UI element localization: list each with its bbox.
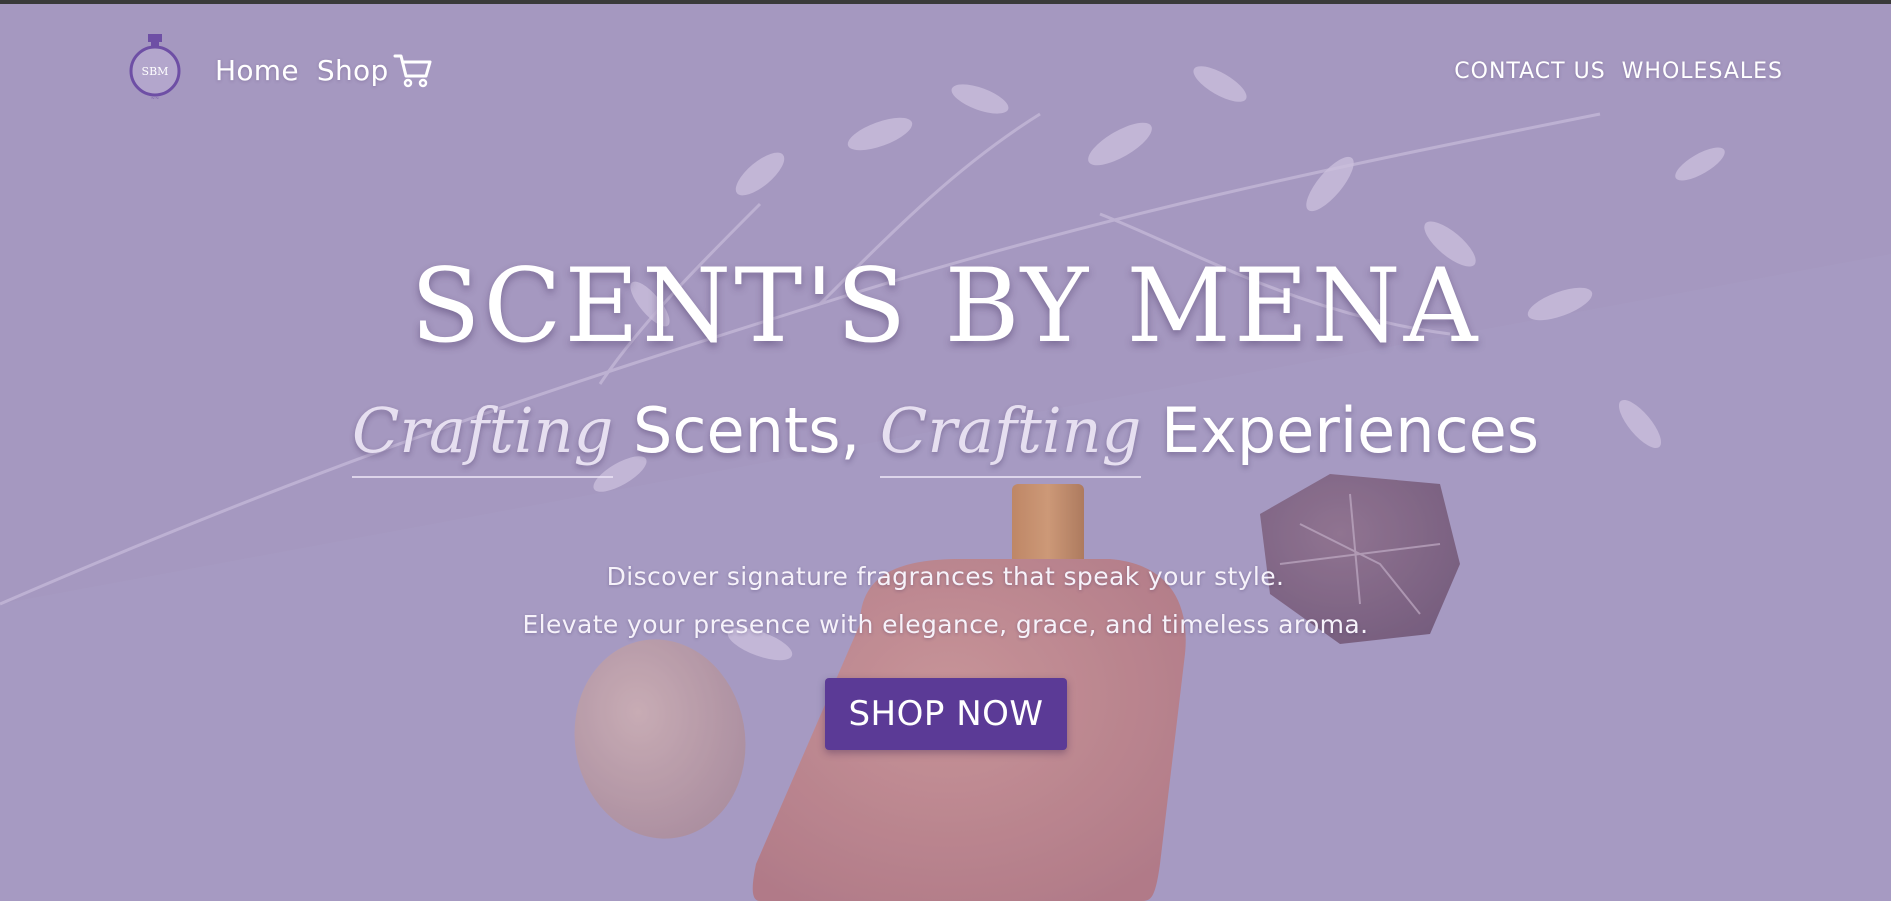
- nav-left-group: Home Shop: [215, 52, 433, 88]
- logo-text: SBM: [142, 65, 169, 78]
- site-logo[interactable]: SBM ~~: [128, 32, 182, 102]
- hero-description-line-1: Discover signature fragrances that speak…: [606, 562, 1285, 591]
- top-navigation: SBM ~~ Home Shop CONTACT US WHOLESALES: [0, 4, 1891, 134]
- svg-text:~~: ~~: [151, 96, 159, 102]
- nav-contact-link[interactable]: CONTACT US: [1454, 59, 1605, 84]
- perfume-bottle-logo-icon: SBM ~~: [129, 34, 181, 102]
- hero-section: SBM ~~ Home Shop CONTACT US WHOLESALES S…: [0, 4, 1891, 901]
- nav-wholesale-link[interactable]: WHOLESALES: [1622, 59, 1783, 84]
- hero-description-line-2: Elevate your presence with elegance, gra…: [522, 610, 1369, 639]
- nav-right-group: CONTACT US WHOLESALES: [1454, 59, 1783, 84]
- tagline-emphasis-2: Crafting: [879, 400, 1142, 478]
- nav-shop-link[interactable]: Shop: [317, 54, 389, 87]
- hero-title: SCENT'S BY MENA: [410, 247, 1481, 366]
- tagline-word-1: Scents,: [613, 394, 880, 467]
- nav-home-link[interactable]: Home: [215, 54, 299, 87]
- shop-now-button[interactable]: SHOP NOW: [825, 678, 1067, 750]
- tagline-emphasis-1: Crafting: [351, 400, 614, 478]
- tagline-word-2: Experiences: [1141, 394, 1540, 467]
- cart-icon[interactable]: [393, 52, 433, 88]
- hero-tagline: Crafting Scents, Crafting Experiences: [0, 400, 1891, 478]
